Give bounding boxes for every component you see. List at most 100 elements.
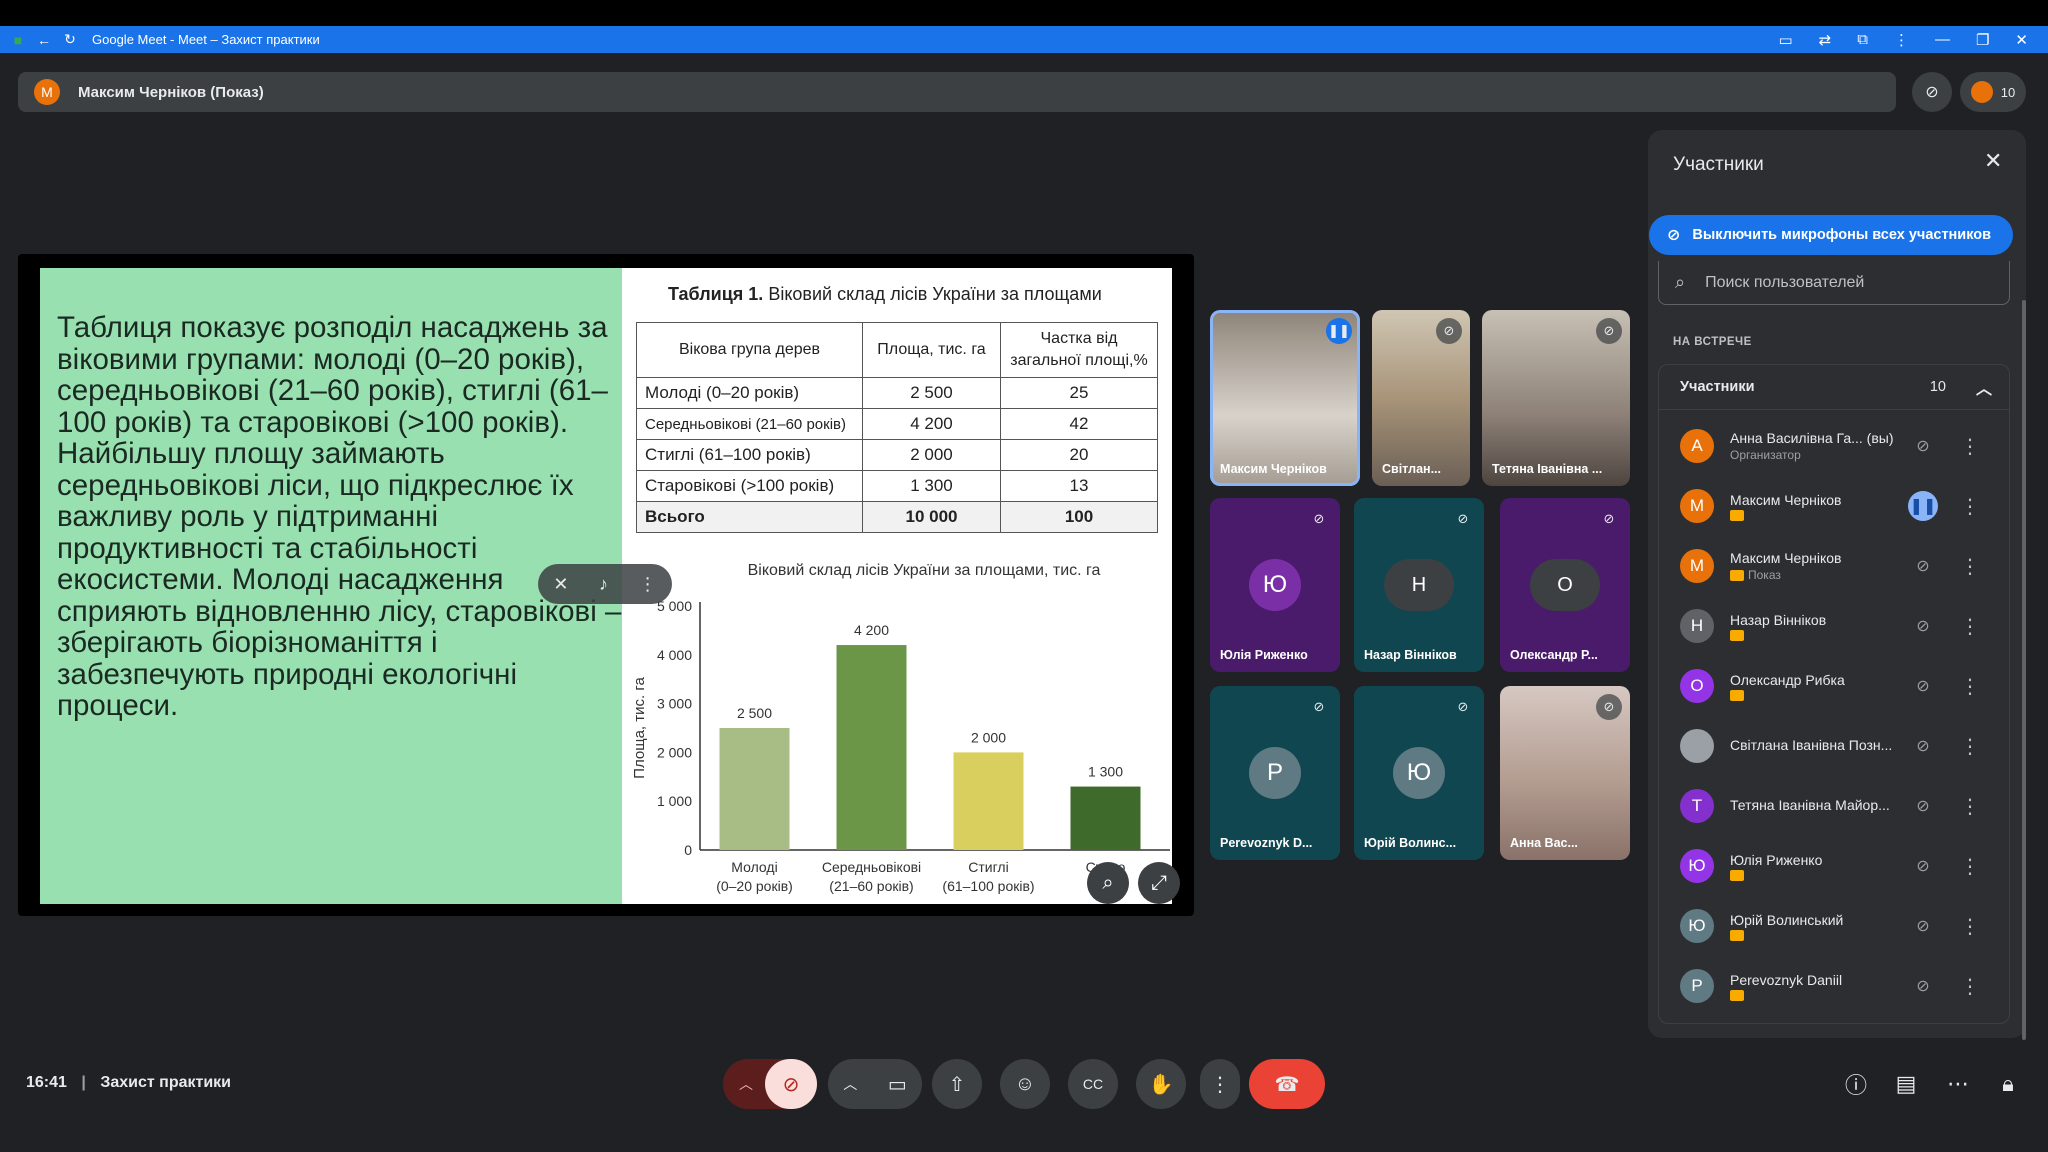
speaking-icon[interactable]: ❚❚ (1908, 491, 1938, 521)
participant-row[interactable]: М Максим Черніков ❚❚ ⋮ (1658, 476, 2010, 536)
participants-count-button[interactable]: 10 (1960, 72, 2026, 112)
tile-name: Назар Вінніков (1364, 648, 1457, 662)
participant-row[interactable]: Світлана Іванівна Позн... ⊘ ⋮ (1658, 716, 2010, 776)
present-button[interactable]: ⇧ (932, 1059, 982, 1109)
meet-favicon-icon: ■ (13, 31, 23, 48)
back-icon[interactable]: ← (36, 32, 52, 48)
participant-name: Назар Вінніков (1730, 611, 1827, 628)
presentation-audio-off-icon[interactable]: ⊘ (1908, 551, 1938, 581)
participant-tile[interactable]: ⊘ Анна Вас... (1500, 686, 1630, 860)
reload-icon[interactable]: ↻ (62, 31, 78, 48)
participant-row[interactable]: А Анна Василівна Га... (вы) Организатор ⊘ ⋮ (1658, 416, 2010, 476)
participant-row[interactable]: Ю Юрій Волинський ⊘ ⋮ (1658, 896, 2010, 956)
participant-info: Юрій Волинський (1730, 912, 1906, 941)
participant-tile[interactable]: ⊘ Тетяна Іванівна ... (1482, 310, 1630, 486)
close-panel-icon[interactable]: ✕ (1984, 148, 2002, 174)
tile-name: Максим Черніков (1220, 462, 1327, 476)
activities-icon[interactable]: ⋯ (1940, 1066, 1976, 1102)
leave-call-button[interactable]: ☎ (1249, 1059, 1325, 1109)
tile-avatar: О (1530, 559, 1600, 611)
chart-bar (836, 645, 907, 850)
mute-all-button[interactable]: ⊘ Выключить микрофоны всех участников (1649, 215, 2013, 255)
participant-row[interactable]: Н Назар Вінніков ⊘ ⋮ (1658, 596, 2010, 656)
meeting-details-icon[interactable]: ⓘ (1838, 1066, 1874, 1102)
more-vert-icon[interactable]: ⋮ (1960, 974, 1980, 999)
host-controls-icon[interactable]: 🔒︎ (1990, 1066, 2026, 1102)
camera-indicator-icon[interactable]: ▭ (1778, 31, 1792, 49)
more-options-icon[interactable]: ⋮ (639, 574, 657, 595)
data-label: 2 000 (971, 729, 1006, 745)
participant-tile[interactable]: ⊘ Ю Юрій Волинс... (1354, 686, 1484, 860)
participants-group-header[interactable]: Участники 10 ︿ (1658, 364, 2010, 410)
more-vert-icon[interactable]: ⋮ (1960, 794, 1980, 819)
participant-row[interactable]: Ю Юлія Риженко ⊘ ⋮ (1658, 836, 2010, 896)
meeting-name: Захист практики (100, 1074, 232, 1091)
participant-avatar: P (1680, 969, 1714, 1003)
clock: 16:41 (26, 1074, 67, 1091)
participant-row[interactable]: Т Тетяна Іванівна Майор... ⊘ ⋮ (1658, 776, 2010, 836)
table-cell: Молоді (0–20 років) (636, 377, 863, 409)
panel-scrollbar[interactable] (2022, 300, 2026, 1040)
minimize-icon[interactable]: — (1935, 31, 1950, 48)
participant-info: Юлія Риженко (1730, 852, 1906, 881)
mic-off-icon[interactable]: ⊘ (1908, 851, 1938, 881)
chat-icon[interactable]: ▤ (1888, 1066, 1924, 1102)
captions-button[interactable]: CC (1068, 1059, 1118, 1109)
mic-off-icon[interactable]: ⊘ (1908, 971, 1938, 1001)
restore-icon[interactable]: ❐ (1976, 31, 1989, 49)
present-screen-icon: ⇧ (948, 1073, 966, 1096)
extensions-icon[interactable]: ⧉ (1857, 31, 1868, 48)
mic-off-icon[interactable]: ⊘ (1908, 431, 1938, 461)
table-cell: Стиглі (61–100 років) (636, 439, 863, 471)
participant-tile[interactable]: ❚❚ Максим Черніков (1210, 310, 1360, 486)
participant-tile[interactable]: ⊘ Світлан... (1372, 310, 1470, 486)
more-vert-icon[interactable]: ⋮ (1960, 914, 1980, 939)
more-vert-icon[interactable]: ⋮ (1960, 554, 1980, 579)
zoom-button[interactable]: ⌕ (1087, 862, 1129, 904)
participant-row[interactable]: М Максим Черніков Показ ⊘ ⋮ (1658, 536, 2010, 596)
badge-icon (1730, 629, 1744, 641)
translate-icon[interactable]: ⇄ (1819, 31, 1832, 49)
participant-row[interactable]: P Perevoznyk Daniil ⊘ ⋮ (1658, 956, 2010, 1016)
stop-presenting-button[interactable]: ⊘ (1912, 72, 1952, 112)
participant-name: Світлана Іванівна Позн... (1730, 737, 1893, 753)
mic-off-icon[interactable]: ⊘ (1908, 671, 1938, 701)
more-vert-icon[interactable]: ⋮ (1960, 674, 1980, 699)
participant-row[interactable]: О Олександр Рибка ⊘ ⋮ (1658, 656, 2010, 716)
mic-off-icon: ⊘ (1596, 318, 1622, 344)
badge-icon (1730, 929, 1744, 941)
raise-hand-button[interactable]: ✋ (1136, 1059, 1186, 1109)
participant-subtitle (1730, 869, 1906, 881)
unpin-icon[interactable]: ✕ (553, 574, 568, 595)
mic-off-icon[interactable]: ⊘ (1908, 911, 1938, 941)
menu-kebab-icon[interactable]: ⋮ (1894, 31, 1909, 49)
mic-off-icon[interactable]: ⊘ (1908, 611, 1938, 641)
mic-off-icon[interactable]: ⊘ (1908, 731, 1938, 761)
participant-tile[interactable]: ⊘ О Олександр Р... (1500, 498, 1630, 672)
more-vert-icon[interactable]: ⋮ (1960, 494, 1980, 519)
camera-options-chevron-icon[interactable]: ︿ (843, 1074, 857, 1094)
more-vert-icon[interactable]: ⋮ (1960, 434, 1980, 459)
mute-presentation-icon[interactable]: ♪ (599, 574, 608, 595)
mic-toggle-button[interactable]: ⊘ (765, 1059, 817, 1109)
more-vert-icon[interactable]: ⋮ (1960, 734, 1980, 759)
camera-control[interactable]: ︿ ▭ (828, 1059, 922, 1109)
more-vert-icon[interactable]: ⋮ (1960, 854, 1980, 879)
data-label: 1 300 (1088, 764, 1123, 780)
close-window-icon[interactable]: ✕ (2015, 31, 2028, 49)
camera-icon[interactable]: ▭ (888, 1072, 907, 1097)
mic-options-chevron-icon[interactable]: ︿ (739, 1074, 753, 1094)
participant-tile[interactable]: ⊘ P Perevoznyk D... (1210, 686, 1340, 860)
reactions-button[interactable]: ☺ (1000, 1059, 1050, 1109)
mic-off-icon[interactable]: ⊘ (1908, 791, 1938, 821)
more-options-button[interactable]: ⋮ (1200, 1059, 1240, 1109)
table-row: Старовікові (>100 років) 1 300 13 (636, 470, 1158, 502)
more-vert-icon[interactable]: ⋮ (1960, 614, 1980, 639)
x-tick-label: (0–20 років) (716, 878, 793, 894)
fullscreen-button[interactable]: ⤢ (1138, 862, 1180, 904)
search-input[interactable]: ⌕ Поиск пользователей (1658, 261, 2010, 305)
participant-tile[interactable]: ⊘ Ю Юлія Риженко (1210, 498, 1340, 672)
search-icon: ⌕ (1675, 272, 1686, 292)
participant-tile[interactable]: ⊘ Н Назар Вінніков (1354, 498, 1484, 672)
participant-info: Тетяна Іванівна Майор... (1730, 797, 1906, 815)
